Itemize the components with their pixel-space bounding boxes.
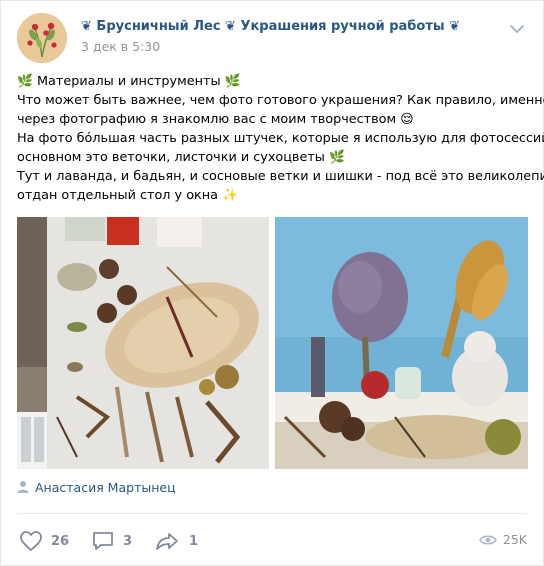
comment-icon <box>93 532 113 550</box>
photo-grid <box>17 217 528 469</box>
photo-materials-table[interactable] <box>17 217 269 469</box>
post-text-line: основном это веточки, листочки и сухоцве… <box>17 150 345 165</box>
post-text: 🌿 Материалы и инструменты 🌿 Что может бы… <box>17 72 544 205</box>
like-button[interactable]: 26 <box>19 529 69 553</box>
views-count: 25K <box>502 532 527 547</box>
post-text-line: через фотографию я знакомлю вас с моим т… <box>17 112 414 127</box>
post-header: ❦ Брусничный Лес ❦ Украшения ручной рабо… <box>17 13 527 63</box>
like-count: 26 <box>51 533 70 549</box>
share-arrow-icon <box>156 533 178 550</box>
photo-image <box>17 217 269 469</box>
wall-post: ❦ Брусничный Лес ❦ Украшения ручной рабо… <box>0 0 544 566</box>
comment-button[interactable]: 3 <box>91 529 132 553</box>
comment-count: 3 <box>123 533 133 549</box>
avatar-image <box>17 13 67 63</box>
post-text-line: На фото бóльшая часть разных штучек, кот… <box>17 131 544 146</box>
person-icon <box>17 481 29 493</box>
post-text-line: Тут и лаванда, и бадьян, и сосновые ветк… <box>17 169 544 184</box>
post-text-line: 🌿 Материалы и инструменты 🌿 <box>17 74 241 89</box>
footer-divider <box>17 513 527 514</box>
post-actions: 26 3 1 25K <box>17 526 527 556</box>
share-button[interactable]: 1 <box>155 529 198 553</box>
photo-image <box>275 217 528 469</box>
share-count: 1 <box>189 533 199 549</box>
post-text-line: Что может быть важнее, чем фото готового… <box>17 93 544 108</box>
eye-icon <box>479 535 497 544</box>
photo-dried-flowers[interactable] <box>275 217 528 469</box>
post-signer[interactable]: Анастасия Мартынец <box>17 480 176 498</box>
chevron-down-icon[interactable] <box>509 23 525 35</box>
post-date[interactable]: 3 дек в 5:30 <box>81 39 160 54</box>
group-avatar[interactable] <box>17 13 67 63</box>
heart-icon <box>20 531 42 551</box>
post-text-line: отдан отдельный стол у окна ✨ <box>17 188 238 203</box>
views-counter: 25K <box>479 532 527 547</box>
group-name-link[interactable]: ❦ Брусничный Лес ❦ Украшения ручной рабо… <box>81 19 460 34</box>
signer-name: Анастасия Мартынец <box>35 480 176 495</box>
